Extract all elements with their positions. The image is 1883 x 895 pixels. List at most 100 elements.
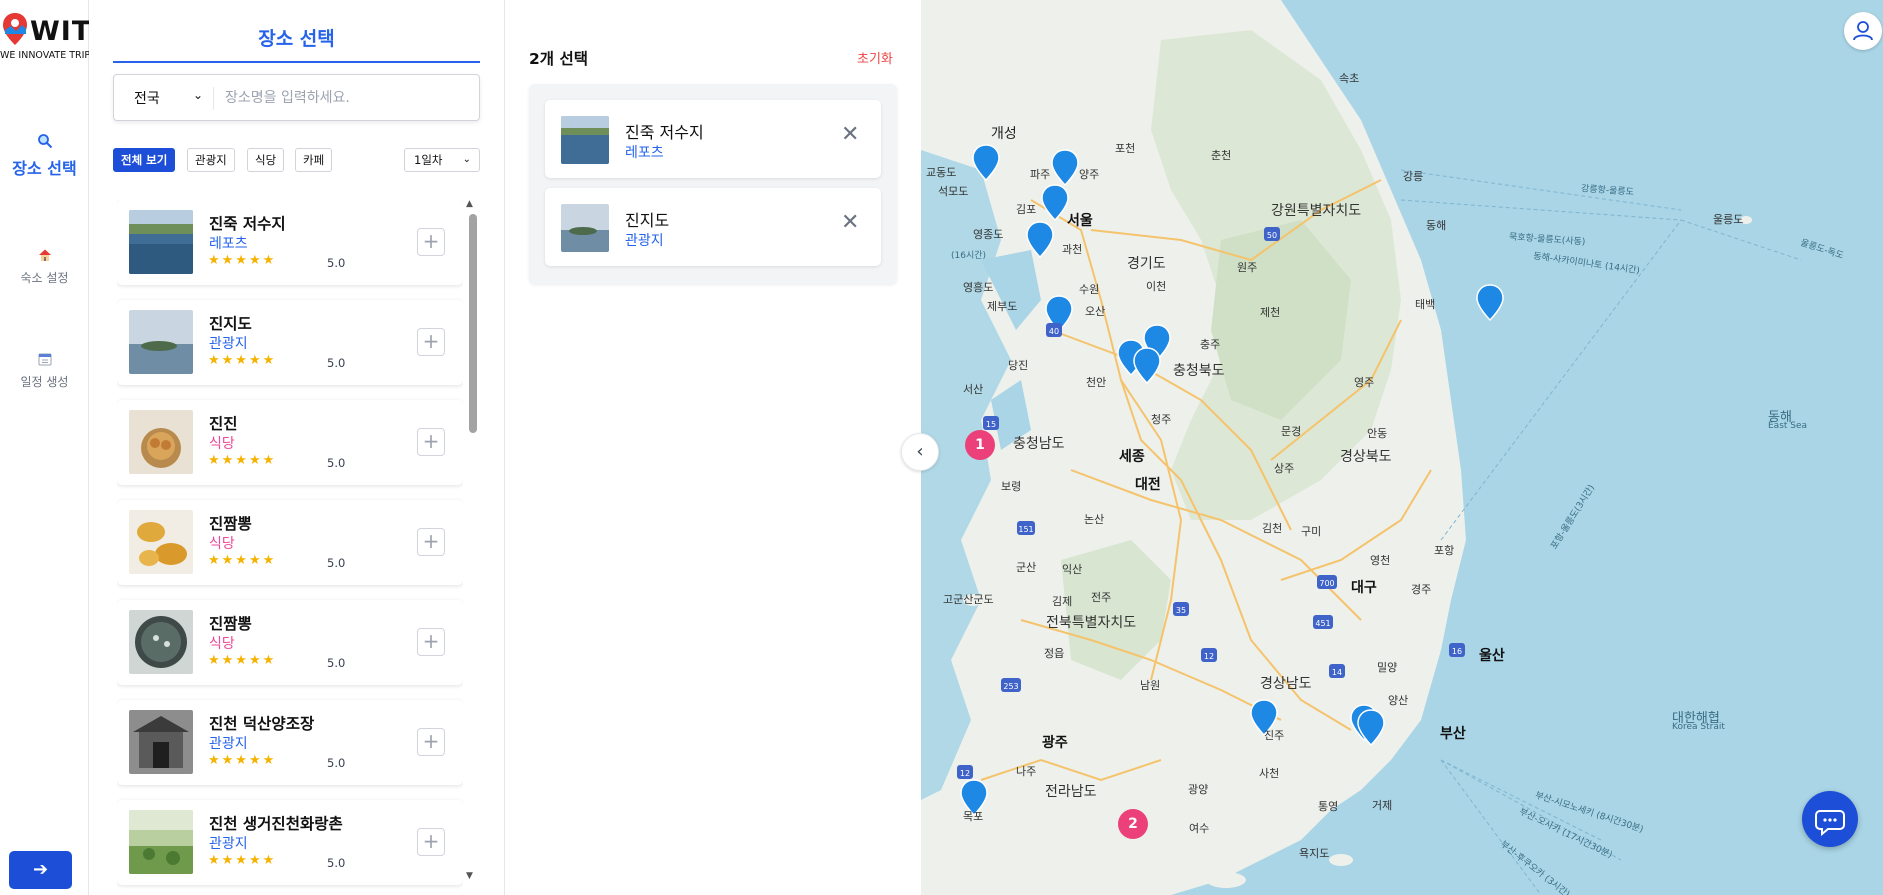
map-label-pohang: 포항: [1434, 544, 1455, 557]
map-label-gunsan: 군산: [1016, 561, 1037, 574]
map-label-osan: 오산: [1085, 305, 1106, 318]
place-category: 식당: [209, 536, 235, 552]
map-label-cheongju: 청주: [1151, 413, 1172, 426]
remove-icon[interactable]: ✕: [841, 122, 859, 147]
place-card[interactable]: 진짬뽕 식당 ★★★★★ 5.0 +: [117, 600, 463, 685]
collapse-panel-button[interactable]: ‹: [901, 433, 939, 471]
rating-stars: ★★★★★: [208, 653, 277, 668]
nav-item-lodging[interactable]: 숙소 설정: [0, 248, 89, 286]
map-label-gyeongju: 경주: [1411, 583, 1432, 596]
map-label-tongyeong: 통영: [1318, 800, 1339, 813]
map-label-jebudo: 제부도: [987, 300, 1018, 313]
place-name: 진천 생거진천화랑촌: [209, 815, 343, 833]
svg-text:50: 50: [1267, 231, 1277, 240]
map-label-gumi: 구미: [1301, 525, 1322, 538]
add-place-button[interactable]: +: [417, 328, 445, 356]
place-card[interactable]: 진진 식당 ★★★★★ 5.0 +: [117, 400, 463, 485]
map-label-iksan: 익산: [1062, 563, 1083, 576]
map-label-mungyeong: 문경: [1281, 425, 1302, 438]
nav-item-schedule[interactable]: 일정 생성: [0, 352, 89, 390]
place-name: 진지도: [209, 315, 252, 333]
place-card[interactable]: 진천 생거진천화랑촌 관광지 ★★★★★ 5.0 +: [117, 800, 463, 885]
map-label-gyeongnam: 경상남도: [1260, 676, 1312, 692]
map-view[interactable]: 50 40 15 151 35 700 451 12 253 14 16 12 …: [921, 0, 1883, 895]
place-card[interactable]: 진죽 저수지 레포츠 ★★★★★ 5.0 +: [117, 200, 463, 285]
map-label-cheonan: 천안: [1086, 376, 1107, 389]
nav-item-label: 장소 선택: [12, 159, 77, 178]
map-label-gwacheon: 과천: [1062, 243, 1083, 256]
place-name: 진진: [209, 415, 238, 433]
brand-tagline: WE INNOVATE TRIP: [0, 50, 91, 61]
place-card[interactable]: 진지도 관광지 ★★★★★ 5.0 +: [117, 300, 463, 385]
rating-score: 5.0: [327, 756, 346, 770]
add-place-button[interactable]: +: [417, 528, 445, 556]
svg-text:15: 15: [986, 420, 996, 429]
filter-cafe[interactable]: 카페: [295, 148, 333, 172]
add-place-button[interactable]: +: [417, 428, 445, 456]
chat-button[interactable]: [1802, 791, 1858, 847]
profile-button[interactable]: [1844, 12, 1882, 50]
calendar-icon: [0, 352, 89, 370]
next-step-button[interactable]: ➔: [9, 851, 72, 889]
map-label-yokjido: 욕지도: [1299, 847, 1330, 860]
selected-place-badge[interactable]: 1: [965, 430, 995, 460]
day-select[interactable]: 1일차 ⌄: [404, 148, 480, 172]
add-place-button[interactable]: +: [417, 828, 445, 856]
place-card[interactable]: 진짬뽕 식당 ★★★★★ 5.0 +: [117, 500, 463, 585]
filter-food[interactable]: 식당: [247, 148, 285, 172]
brand-logo[interactable]: WIT WE INNOVATE TRIP: [0, 10, 91, 65]
selected-item[interactable]: 진지도 관광지 ✕: [545, 188, 881, 266]
map-label-paju: 파주: [1030, 168, 1051, 181]
remove-icon[interactable]: ✕: [841, 210, 859, 235]
map-label-jeongeup: 정읍: [1044, 647, 1065, 660]
map-label-yeosu: 여수: [1189, 822, 1210, 835]
selected-item-name: 진지도: [625, 211, 670, 230]
rating-score: 5.0: [327, 356, 346, 370]
map-label-sejong: 세종: [1119, 449, 1145, 465]
map-label-nonsan: 논산: [1084, 513, 1105, 526]
region-select[interactable]: 전국: [134, 88, 160, 108]
scrollbar-thumb[interactable]: [469, 214, 477, 433]
place-card[interactable]: 진천 덕산양조장 관광지 ★★★★★ 5.0 +: [117, 700, 463, 785]
map-label-busan: 부산: [1440, 726, 1466, 742]
add-place-button[interactable]: +: [417, 228, 445, 256]
rating-stars: ★★★★★: [208, 853, 277, 868]
selected-item[interactable]: 진죽 저수지 레포츠 ✕: [545, 100, 881, 178]
reset-button[interactable]: 초기화: [857, 48, 893, 67]
filter-all[interactable]: 전체 보기: [113, 148, 176, 172]
svg-text:16: 16: [1452, 647, 1462, 656]
selected-count: 2개 선택: [529, 50, 588, 68]
map-label-jecheon: 제천: [1260, 306, 1281, 319]
svg-text:12: 12: [1204, 652, 1214, 661]
chevron-down-icon[interactable]: ⌄: [193, 88, 203, 102]
selected-item-name: 진죽 저수지: [625, 123, 704, 142]
map-label-gogunsan: 고군산군도: [943, 593, 994, 606]
place-category: 식당: [209, 636, 235, 652]
map-label-pocheon: 포천: [1115, 142, 1136, 155]
nav-item-place-select[interactable]: 장소 선택: [0, 133, 89, 179]
map-label-geoje: 거제: [1372, 799, 1393, 812]
selected-place-badge[interactable]: 2: [1118, 809, 1148, 839]
svg-text:151: 151: [1018, 525, 1033, 534]
add-place-button[interactable]: +: [417, 728, 445, 756]
chevron-down-icon: ⌄: [462, 154, 471, 165]
add-place-button[interactable]: +: [417, 628, 445, 656]
filter-tour[interactable]: 관광지: [187, 148, 235, 172]
place-list: 진죽 저수지 레포츠 ★★★★★ 5.0 + 진지도 관광지 ★★★★★ 5.0…: [117, 200, 463, 895]
day-select-value: 1일차: [414, 153, 443, 167]
svg-text:12: 12: [960, 769, 970, 778]
map-label-gyodongdo: 교동도: [926, 166, 957, 179]
place-select-panel: 장소 선택 전국 ⌄ 전체 보기 관광지 식당 카페 1일차 ⌄ 진죽 저수지 …: [89, 0, 505, 895]
scroll-down-arrow[interactable]: ▼: [466, 871, 473, 881]
search-input[interactable]: [225, 85, 465, 111]
search-icon: [0, 133, 89, 152]
map-label-gangneung: 강릉: [1403, 170, 1424, 183]
rating-stars: ★★★★★: [208, 753, 277, 768]
map-label-gwangyang: 광양: [1188, 783, 1209, 796]
scroll-up-arrow[interactable]: ▲: [466, 199, 473, 209]
rating-score: 5.0: [327, 556, 346, 570]
map-label-chungju: 충주: [1200, 338, 1221, 351]
svg-text:14: 14: [1332, 668, 1342, 677]
map-label-dangjin: 당진: [1008, 359, 1029, 372]
korea-map-base: 50 40 15 151 35 700 451 12 253 14 16 12: [921, 0, 1802, 895]
